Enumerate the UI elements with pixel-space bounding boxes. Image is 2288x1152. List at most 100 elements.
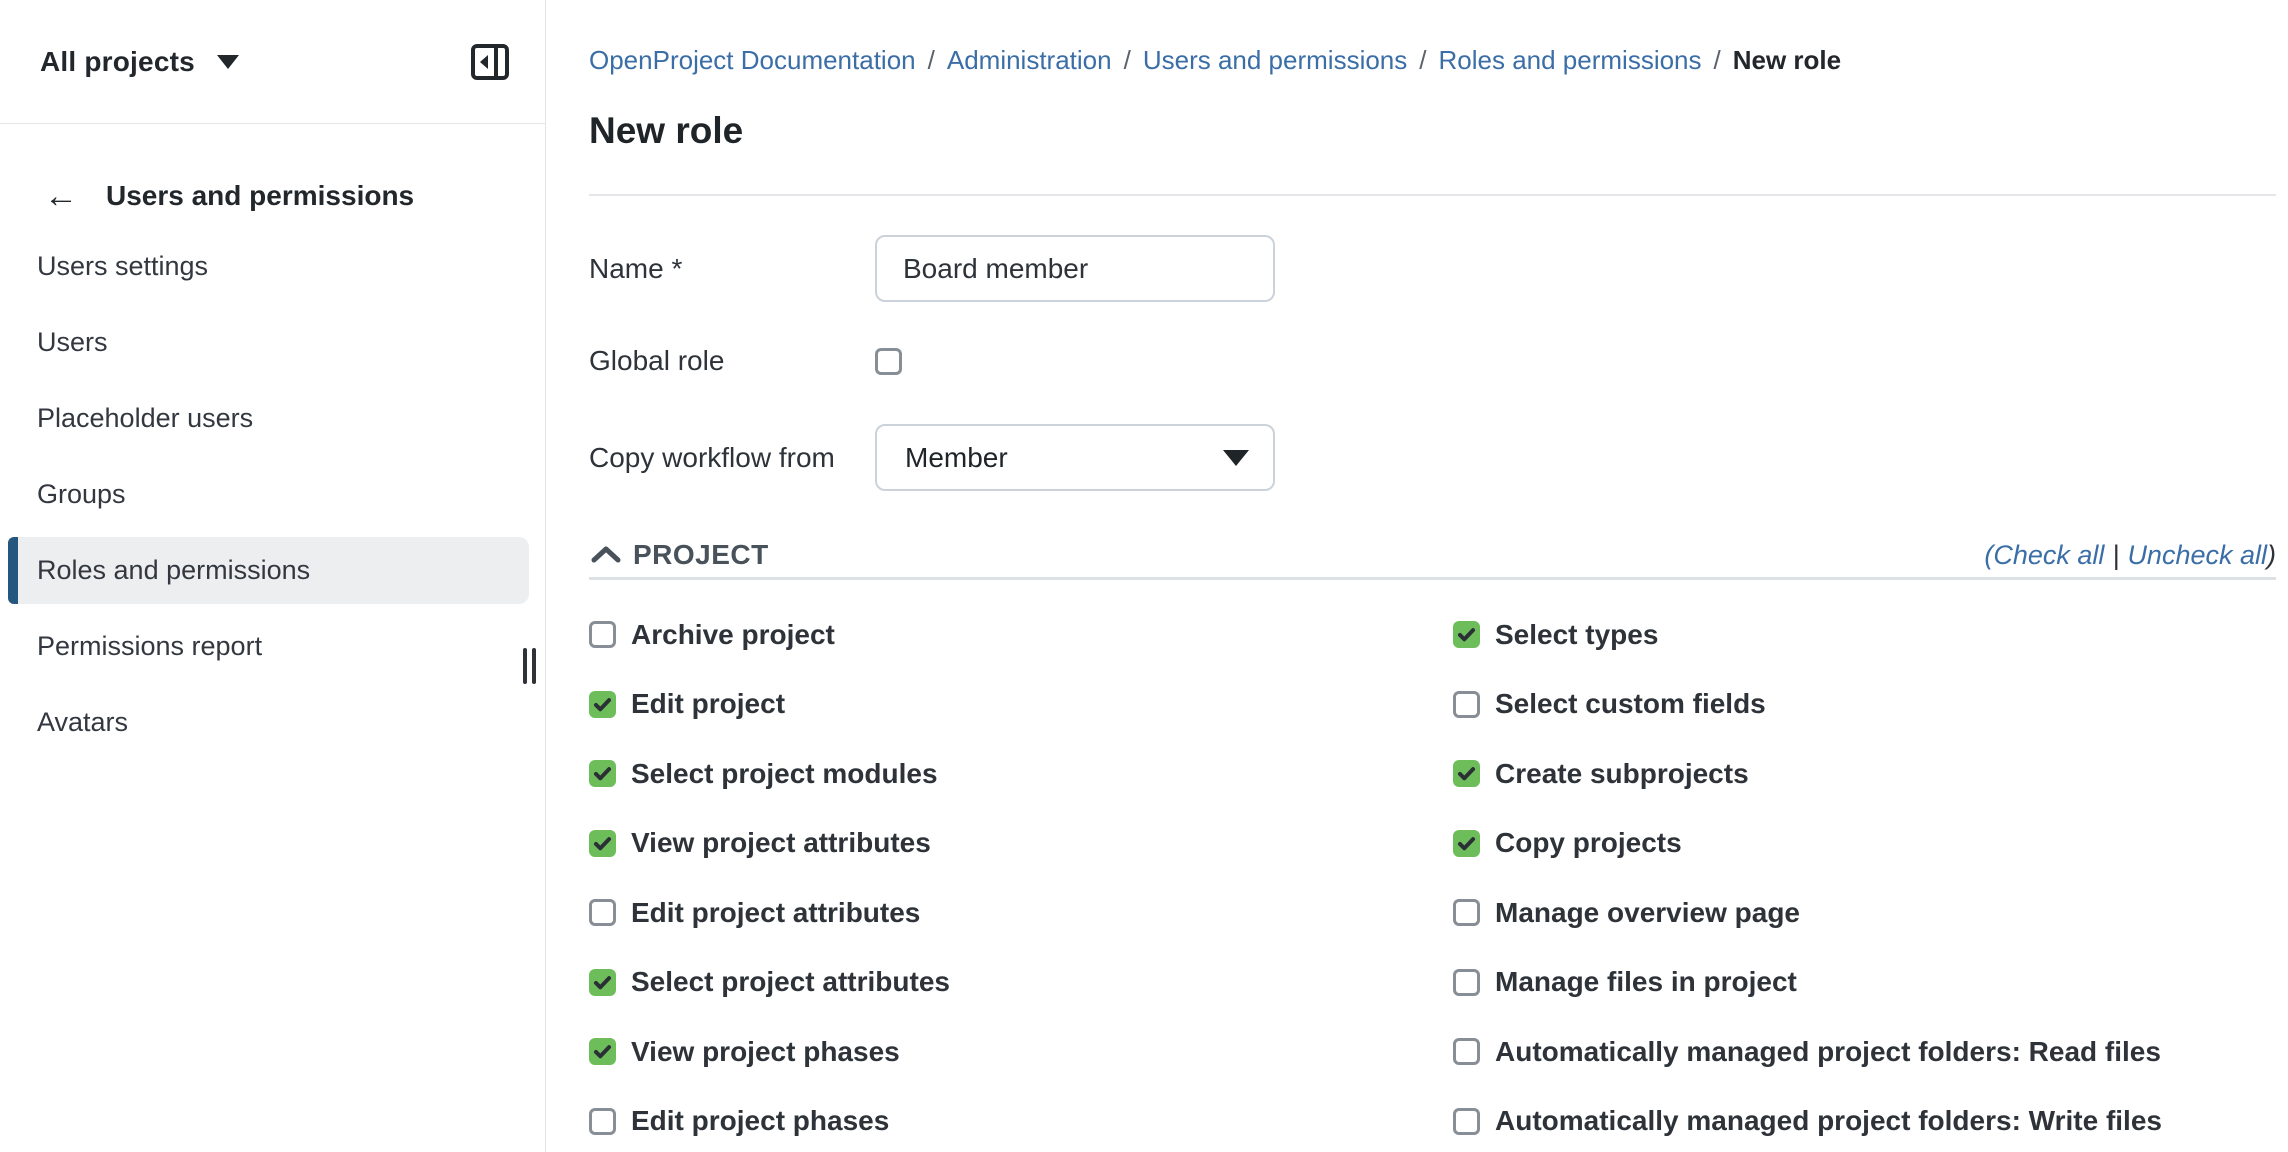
permission-label[interactable]: Select types (1495, 619, 1658, 651)
select-caret-icon (1223, 450, 1249, 466)
permission-checkbox-view-project-phases[interactable] (589, 1038, 616, 1065)
permission-row: Automatically managed project folders: R… (1453, 1017, 2276, 1087)
permission-label[interactable]: Select custom fields (1495, 688, 1766, 720)
check-links: (Check all|Uncheck all) (1984, 540, 2276, 571)
project-section-divider (589, 577, 2276, 580)
permission-label[interactable]: Edit project phases (631, 1105, 889, 1137)
permission-label[interactable]: Select project modules (631, 758, 938, 790)
permission-label[interactable]: Manage overview page (1495, 897, 1800, 929)
project-selector-label: All projects (40, 46, 195, 78)
chevron-up-icon[interactable] (589, 541, 623, 569)
breadcrumb: OpenProject Documentation / Administration… (589, 44, 2276, 76)
sidebar-item-groups[interactable]: Groups (8, 461, 529, 528)
permissions-grid: Archive project Edit project Select projec… (589, 600, 2276, 1152)
permission-checkbox-select-types[interactable] (1453, 621, 1480, 648)
project-section-title: PROJECT (633, 539, 769, 571)
sidebar-back-row: ← Users and permissions (0, 176, 545, 216)
global-role-checkbox[interactable] (875, 348, 902, 375)
selected-item-indicator (8, 537, 18, 604)
permission-checkbox-select-project-attributes[interactable] (589, 969, 616, 996)
sidebar-item-users[interactable]: Users (8, 309, 529, 376)
check-all-link[interactable]: Check all (1993, 540, 2104, 570)
sidebar-item-placeholder-users[interactable]: Placeholder users (8, 385, 529, 452)
permission-row: Automatically managed project folders: W… (1453, 1087, 2276, 1152)
permission-checkbox-copy-projects[interactable] (1453, 830, 1480, 857)
permission-label[interactable]: Manage files in project (1495, 966, 1797, 998)
sidebar: All projects ← Users and permissions Use… (0, 0, 546, 1152)
breadcrumb-link[interactable]: Users and permissions (1143, 45, 1407, 76)
permission-checkbox-view-project-attributes[interactable] (589, 830, 616, 857)
breadcrumb-link[interactable]: OpenProject Documentation (589, 45, 916, 76)
permission-row: Select project modules (589, 739, 1453, 809)
permission-row: Edit project phases (589, 1087, 1453, 1152)
permissions-column-right: Select types Select custom fields Create s… (1453, 600, 2276, 1152)
permissions-column-left: Archive project Edit project Select projec… (589, 600, 1453, 1152)
breadcrumb-link[interactable]: Administration (947, 45, 1112, 76)
permission-label[interactable]: Edit project attributes (631, 897, 920, 929)
permission-row: Archive project (589, 600, 1453, 670)
permission-row: Copy projects (1453, 809, 2276, 879)
permission-checkbox-select-project-modules[interactable] (589, 760, 616, 787)
copy-workflow-form-row: Copy workflow from Member (589, 424, 2276, 491)
permission-checkbox-manage-overview-page[interactable] (1453, 899, 1480, 926)
back-arrow-icon[interactable]: ← (44, 179, 106, 213)
permission-checkbox-select-custom-fields[interactable] (1453, 691, 1480, 718)
breadcrumb-link[interactable]: Roles and permissions (1439, 45, 1702, 76)
permission-row: Edit project (589, 670, 1453, 740)
permission-row: Edit project attributes (589, 878, 1453, 948)
sidebar-item-avatars[interactable]: Avatars (8, 689, 529, 756)
permission-row: Select project attributes (589, 948, 1453, 1018)
permission-label[interactable]: Copy projects (1495, 827, 1682, 859)
sidebar-item-roles-and-permissions[interactable]: Roles and permissions (8, 537, 529, 604)
permission-checkbox-automatically-managed-project-folders-write-files[interactable] (1453, 1108, 1480, 1135)
chevron-down-icon (217, 55, 239, 69)
permission-checkbox-edit-project-attributes[interactable] (589, 899, 616, 926)
permission-row: Manage overview page (1453, 878, 2276, 948)
global-role-form-row: Global role (589, 347, 2276, 375)
permission-row: Create subprojects (1453, 739, 2276, 809)
permission-label[interactable]: View project phases (631, 1036, 900, 1068)
name-form-row: Name * (589, 235, 2276, 302)
permission-label[interactable]: Automatically managed project folders: R… (1495, 1036, 2161, 1068)
sidebar-item-users-settings[interactable]: Users settings (8, 233, 529, 300)
permission-label[interactable]: Archive project (631, 619, 835, 651)
collapse-sidebar-button[interactable] (469, 42, 511, 82)
permission-label[interactable]: Automatically managed project folders: W… (1495, 1105, 2162, 1137)
sidebar-resize-handle[interactable] (523, 648, 539, 684)
breadcrumb-separator: / (1419, 45, 1426, 76)
sidebar-section-title: Users and permissions (106, 180, 414, 212)
uncheck-all-link[interactable]: Uncheck all (2127, 540, 2267, 570)
breadcrumb-separator: / (1714, 45, 1721, 76)
collapse-sidebar-icon (470, 43, 510, 81)
main-content: OpenProject Documentation / Administration… (546, 0, 2288, 1152)
copy-workflow-label: Copy workflow from (589, 437, 875, 479)
permission-checkbox-create-subprojects[interactable] (1453, 760, 1480, 787)
permission-checkbox-manage-files-in-project[interactable] (1453, 969, 1480, 996)
permission-row: Select custom fields (1453, 670, 2276, 740)
permission-row: Select types (1453, 600, 2276, 670)
sidebar-menu: Users settings Users Placeholder users Grou… (8, 233, 529, 756)
breadcrumb-separator: / (928, 45, 935, 76)
name-label: Name * (589, 248, 875, 290)
permission-label[interactable]: Create subprojects (1495, 758, 1749, 790)
sidebar-item-permissions-report[interactable]: Permissions report (8, 613, 529, 680)
breadcrumb-separator: / (1124, 45, 1131, 76)
sidebar-header: All projects (0, 0, 545, 124)
title-divider (589, 194, 2276, 196)
permission-checkbox-edit-project-phases[interactable] (589, 1108, 616, 1135)
breadcrumb-current: New role (1733, 45, 1841, 76)
permission-row: View project phases (589, 1017, 1453, 1087)
project-selector[interactable]: All projects (40, 46, 239, 78)
permission-checkbox-automatically-managed-project-folders-read-files[interactable] (1453, 1038, 1480, 1065)
permission-label[interactable]: Edit project (631, 688, 785, 720)
global-role-label: Global role (589, 340, 875, 382)
permission-checkbox-edit-project[interactable] (589, 691, 616, 718)
pipe-separator: | (2112, 540, 2119, 570)
app-window: All projects ← Users and permissions Use… (0, 0, 2288, 1152)
page-title: New role (589, 110, 2276, 154)
copy-workflow-select[interactable]: Member (875, 424, 1275, 491)
permission-checkbox-archive-project[interactable] (589, 621, 616, 648)
permission-label[interactable]: View project attributes (631, 827, 931, 859)
permission-label[interactable]: Select project attributes (631, 966, 950, 998)
role-name-input[interactable] (875, 235, 1275, 302)
